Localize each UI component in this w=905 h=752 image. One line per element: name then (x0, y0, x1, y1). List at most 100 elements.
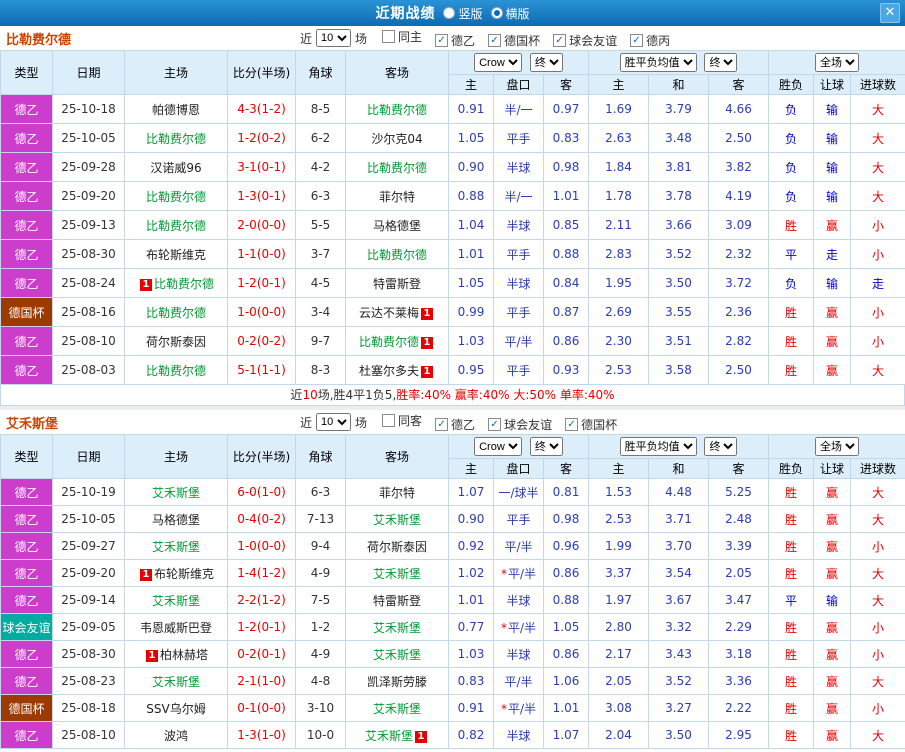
team-link[interactable]: 沙尔克04 (371, 132, 422, 146)
team-link[interactable]: 比勒费尔德 (154, 277, 214, 291)
avg-time-select[interactable]: 终 (704, 53, 737, 72)
home-team-cell[interactable]: 1柏林赫塔 (125, 641, 228, 668)
home-team-cell[interactable]: 波鸿 (125, 722, 228, 749)
team-link[interactable]: 凯泽斯劳滕 (367, 675, 427, 689)
away-team-cell[interactable]: 艾禾斯堡 (346, 695, 449, 722)
checkbox-unchecked-icon[interactable] (382, 30, 395, 43)
team-link[interactable]: 荷尔斯泰因 (367, 540, 427, 554)
away-team-cell[interactable]: 比勒费尔德 (346, 240, 449, 269)
away-team-cell[interactable]: 凯泽斯劳滕 (346, 668, 449, 695)
home-team-cell[interactable]: 布轮斯维克 (125, 240, 228, 269)
team-link[interactable]: 杜塞尔多夫 (359, 364, 419, 378)
avg-time-select[interactable]: 终 (704, 437, 737, 456)
team-link[interactable]: 柏林赫塔 (160, 648, 208, 662)
odds-time-select[interactable]: 终 (530, 53, 563, 72)
match-count-select[interactable]: 10 (316, 29, 351, 47)
home-team-cell[interactable]: 马格德堡 (125, 506, 228, 533)
away-team-cell[interactable]: 菲尔特 (346, 479, 449, 506)
match-count-select[interactable]: 10 (316, 413, 351, 431)
team-link[interactable]: 艾禾斯堡 (373, 513, 421, 527)
home-team-cell[interactable]: 艾禾斯堡 (125, 479, 228, 506)
team-link[interactable]: 艾禾斯堡 (152, 675, 200, 689)
away-team-cell[interactable]: 艾禾斯堡 (346, 560, 449, 587)
checkbox-checked-icon[interactable]: ✓ (435, 418, 448, 431)
scope-select[interactable]: 全场 (815, 53, 859, 72)
home-team-cell[interactable]: 1布轮斯维克 (125, 560, 228, 587)
filter-checkbox[interactable]: ✓德丙 (630, 32, 670, 49)
team-link[interactable]: 波鸿 (164, 729, 188, 743)
home-team-cell[interactable]: 艾禾斯堡 (125, 587, 228, 614)
team-link[interactable]: 汉诺威96 (150, 161, 201, 175)
odds-source-select[interactable]: Crow (474, 437, 522, 456)
away-team-cell[interactable]: 比勒费尔德 (346, 95, 449, 124)
away-team-cell[interactable]: 比勒费尔德1 (346, 327, 449, 356)
team-link[interactable]: 比勒费尔德 (146, 306, 206, 320)
team-link[interactable]: 比勒费尔德 (146, 132, 206, 146)
team-link[interactable]: 艾禾斯堡 (365, 729, 413, 743)
checkbox-unchecked-icon[interactable] (382, 414, 395, 427)
away-team-cell[interactable]: 菲尔特 (346, 182, 449, 211)
team-link[interactable]: 韦恩威斯巴登 (140, 621, 212, 635)
checkbox-checked-icon[interactable]: ✓ (553, 34, 566, 47)
home-team-cell[interactable]: 比勒费尔德 (125, 356, 228, 385)
filter-checkbox[interactable]: ✓德乙 (435, 416, 475, 433)
home-team-cell[interactable]: 艾禾斯堡 (125, 533, 228, 560)
away-team-cell[interactable]: 特雷斯登 (346, 587, 449, 614)
avg-type-select[interactable]: 胜平负均值 (620, 437, 697, 456)
layout-horizontal-radio[interactable]: 横版 (491, 5, 530, 22)
filter-checkbox[interactable]: 同主 (382, 28, 422, 45)
home-team-cell[interactable]: 帕德博恩 (125, 95, 228, 124)
home-team-cell[interactable]: 荷尔斯泰因 (125, 327, 228, 356)
team-link[interactable]: 马格德堡 (373, 219, 421, 233)
team-link[interactable]: 艾禾斯堡 (373, 648, 421, 662)
odds-time-select[interactable]: 终 (530, 437, 563, 456)
home-team-cell[interactable]: 汉诺威96 (125, 153, 228, 182)
team-link[interactable]: 比勒费尔德 (367, 161, 427, 175)
team-link[interactable]: 帕德博恩 (152, 103, 200, 117)
home-team-cell[interactable]: SSV乌尔姆 (125, 695, 228, 722)
scope-select[interactable]: 全场 (815, 437, 859, 456)
team-link[interactable]: 马格德堡 (152, 513, 200, 527)
team-link[interactable]: 云达不莱梅 (359, 306, 419, 320)
home-team-cell[interactable]: 比勒费尔德 (125, 124, 228, 153)
home-team-cell[interactable]: 韦恩威斯巴登 (125, 614, 228, 641)
odds-source-select[interactable]: Crow (474, 53, 522, 72)
radio-unselected-icon[interactable] (443, 7, 455, 19)
home-team-cell[interactable]: 比勒费尔德 (125, 211, 228, 240)
away-team-cell[interactable]: 艾禾斯堡 (346, 641, 449, 668)
away-team-cell[interactable]: 艾禾斯堡1 (346, 722, 449, 749)
checkbox-checked-icon[interactable]: ✓ (435, 34, 448, 47)
team-link[interactable]: SSV乌尔姆 (146, 702, 205, 716)
filter-checkbox[interactable]: ✓德国杯 (565, 416, 617, 433)
team-link[interactable]: 比勒费尔德 (359, 335, 419, 349)
team-link[interactable]: 比勒费尔德 (146, 219, 206, 233)
home-team-cell[interactable]: 1比勒费尔德 (125, 269, 228, 298)
away-team-cell[interactable]: 沙尔克04 (346, 124, 449, 153)
team-link[interactable]: 比勒费尔德 (367, 248, 427, 262)
home-team-cell[interactable]: 艾禾斯堡 (125, 668, 228, 695)
away-team-cell[interactable]: 艾禾斯堡 (346, 614, 449, 641)
away-team-cell[interactable]: 云达不莱梅1 (346, 298, 449, 327)
avg-type-select[interactable]: 胜平负均值 (620, 53, 697, 72)
checkbox-checked-icon[interactable]: ✓ (488, 418, 501, 431)
away-team-cell[interactable]: 荷尔斯泰因 (346, 533, 449, 560)
filter-checkbox[interactable]: ✓球会友谊 (553, 32, 617, 49)
team-link[interactable]: 比勒费尔德 (146, 364, 206, 378)
team-link[interactable]: 艾禾斯堡 (373, 567, 421, 581)
team-link[interactable]: 艾禾斯堡 (152, 594, 200, 608)
team-link[interactable]: 布轮斯维克 (146, 248, 206, 262)
team-link[interactable]: 菲尔特 (379, 190, 415, 204)
checkbox-checked-icon[interactable]: ✓ (630, 34, 643, 47)
filter-checkbox[interactable]: ✓德国杯 (488, 32, 540, 49)
layout-vertical-radio[interactable]: 竖版 (443, 5, 482, 22)
team-link[interactable]: 艾禾斯堡 (373, 621, 421, 635)
team-link[interactable]: 艾禾斯堡 (152, 540, 200, 554)
team-link[interactable]: 比勒费尔德 (367, 103, 427, 117)
away-team-cell[interactable]: 马格德堡 (346, 211, 449, 240)
away-team-cell[interactable]: 比勒费尔德 (346, 153, 449, 182)
team-link[interactable]: 荷尔斯泰因 (146, 335, 206, 349)
team-link[interactable]: 布轮斯维克 (154, 567, 214, 581)
away-team-cell[interactable]: 艾禾斯堡 (346, 506, 449, 533)
away-team-cell[interactable]: 特雷斯登 (346, 269, 449, 298)
team-link[interactable]: 菲尔特 (379, 486, 415, 500)
